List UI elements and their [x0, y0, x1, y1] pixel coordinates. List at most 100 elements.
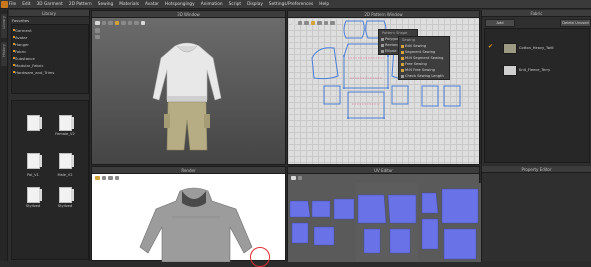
property-editor-title-bar: Property Editor	[482, 166, 591, 173]
menu-help[interactable]: Help	[319, 2, 329, 7]
menu-file[interactable]: File	[9, 2, 16, 7]
file-icon	[58, 115, 74, 131]
avatar-icon[interactable]	[140, 20, 145, 26]
mn-segment-sewing-icon	[400, 57, 404, 60]
menu-item-mn-free-sewing[interactable]: M:N Free Sewing	[405, 68, 435, 72]
pattern-shape-header: Pattern Shape	[382, 31, 408, 35]
library-file[interactable]: Female_V2	[54, 115, 76, 136]
render-settings-icon[interactable]	[108, 175, 113, 181]
3d-window-title-bar: 3D Window	[92, 11, 285, 18]
menu-hotspongingy[interactable]: Hotspongingy	[165, 2, 195, 7]
delete-unused-button[interactable]: Delete Unused	[560, 19, 591, 27]
tree-item-hardware-trims[interactable]: Hardware_and_Trims	[12, 70, 54, 75]
move-tool-icon[interactable]	[101, 20, 106, 26]
menu-display[interactable]: Display	[247, 2, 263, 7]
menu-animation[interactable]: Animation	[201, 2, 223, 7]
tab-history-label: History	[1, 44, 6, 57]
tree-item-avatar[interactable]: Avatar	[12, 35, 27, 40]
menu-item-edit-sewing[interactable]: Edit Sewing	[405, 44, 426, 48]
menu-settings[interactable]: Settings/Preferences	[269, 2, 313, 7]
tab-library[interactable]: Library	[1, 14, 7, 38]
menu-3d-garment[interactable]: 3D Garment	[37, 2, 63, 7]
library-panel: Library Favorites Garment Avatar Hanger …	[9, 10, 90, 261]
library-file[interactable]: Stylized	[54, 187, 76, 208]
menu-2d-pattern[interactable]: 2D Pattern	[69, 2, 92, 7]
menu-materials[interactable]: Materials	[119, 2, 139, 7]
sewing-menu: Sewing Edit Sewing Segment Sewing M:N Se…	[398, 36, 450, 80]
tree-item-garment[interactable]: Garment	[12, 28, 32, 33]
uv-islands[interactable]	[288, 183, 481, 262]
3d-viewport[interactable]	[92, 18, 285, 164]
file-caption: Stylized	[25, 204, 41, 208]
file-icon	[26, 115, 42, 131]
segment-sewing-icon	[400, 51, 404, 54]
menu-item-segment-sewing[interactable]: Segment Sewing	[405, 50, 435, 54]
render-toolbar	[95, 175, 119, 181]
fabric-list: ✔ Cotton_Heavy_Twill Knit_Fleece_Terry	[484, 28, 590, 163]
edit-sewing-icon	[400, 45, 404, 48]
3d-window-title: 3D Window	[177, 11, 200, 17]
simulate-icon[interactable]	[114, 20, 119, 26]
3d-toolbar	[95, 20, 145, 26]
menu-item-polygon[interactable]: Polygon	[385, 37, 399, 41]
library-file[interactable]	[22, 115, 44, 132]
vertical-tab-strip: Library History	[0, 10, 8, 261]
tree-item-hanger[interactable]: Hanger	[12, 42, 29, 47]
menu-avatar[interactable]: Avatar	[145, 2, 159, 7]
display-icon[interactable]	[95, 34, 100, 39]
select-tool-icon[interactable]	[95, 20, 100, 26]
menu-item-check-sewing-length[interactable]: Check Sewing Length	[405, 74, 444, 78]
fabric-swatch	[503, 43, 517, 54]
sleeve-left-piece	[311, 47, 339, 80]
uv-select-icon[interactable]	[291, 175, 296, 181]
tab-library-label: Library	[1, 16, 6, 29]
app-logo-icon	[1, 1, 8, 8]
ellipse-icon	[380, 50, 384, 53]
rectangle-icon	[380, 44, 384, 47]
2d-window-title: 2D Pattern Window	[364, 11, 403, 17]
tree-item-substance[interactable]: Substance	[12, 56, 35, 61]
library-file[interactable]: Stylized	[22, 187, 44, 208]
render-icon[interactable]	[95, 175, 100, 181]
menu-item-mn-segment-sewing[interactable]: M:N Segment Sewing	[405, 56, 443, 60]
menu-item-free-sewing[interactable]: Free Sewing	[405, 62, 427, 66]
fold-icon[interactable]	[127, 20, 132, 26]
render-window: Render	[91, 166, 286, 267]
fabric-item[interactable]: ✔ Cotton_Heavy_Twill	[486, 41, 590, 55]
free-sewing-icon	[400, 63, 404, 66]
library-tree: Garment Avatar Hanger Fabric Substance M…	[11, 24, 89, 94]
tree-item-modular-fabric[interactable]: Modular_Fabric	[12, 63, 44, 68]
pocket-right-piece	[443, 85, 461, 107]
view-icon[interactable]	[95, 28, 100, 33]
menu-item-ellipse[interactable]: Ellipse	[385, 49, 397, 53]
uv-transform-icon[interactable]	[297, 175, 302, 181]
fabric-item[interactable]: Knit_Fleece_Terry	[486, 63, 590, 77]
file-caption: Female_V2	[55, 132, 75, 136]
fabric-title-bar: Fabric	[482, 10, 591, 17]
menu-script[interactable]: Script	[229, 2, 241, 7]
tack-icon[interactable]	[134, 20, 139, 26]
library-file[interactable]: Pol_V1	[22, 157, 44, 177]
add-fabric-button[interactable]: Add	[485, 19, 515, 27]
fabric-name: Cotton_Heavy_Twill	[519, 46, 554, 50]
tree-item-fabric[interactable]: Fabric	[12, 49, 26, 54]
pin-icon[interactable]	[121, 20, 126, 26]
2d-window-title-bar: 2D Pattern Window	[288, 11, 479, 18]
save-image-icon[interactable]	[101, 175, 106, 181]
tab-history[interactable]: History	[1, 42, 7, 66]
favorites-label: Favorites	[12, 18, 30, 23]
file-caption: Stylized	[57, 204, 73, 208]
library-file[interactable]: Male_V2	[54, 157, 76, 177]
check-sewing-length-icon	[400, 75, 404, 78]
fabric-panel: Fabric Add Delete Unused ✔ Cotton_Heavy_…	[481, 10, 591, 165]
garment-3d-model[interactable]	[147, 40, 227, 160]
menu-sewing[interactable]: Sewing	[98, 2, 114, 7]
3d-window: 3D Window	[91, 10, 286, 165]
camera-icon[interactable]	[114, 175, 119, 181]
pocket-left-piece	[421, 85, 439, 107]
cuff-right-piece	[391, 85, 409, 105]
rotate-tool-icon[interactable]	[108, 20, 113, 26]
back-body-piece	[347, 91, 385, 119]
file-icon	[58, 187, 74, 203]
menu-edit[interactable]: Edit	[22, 2, 30, 7]
